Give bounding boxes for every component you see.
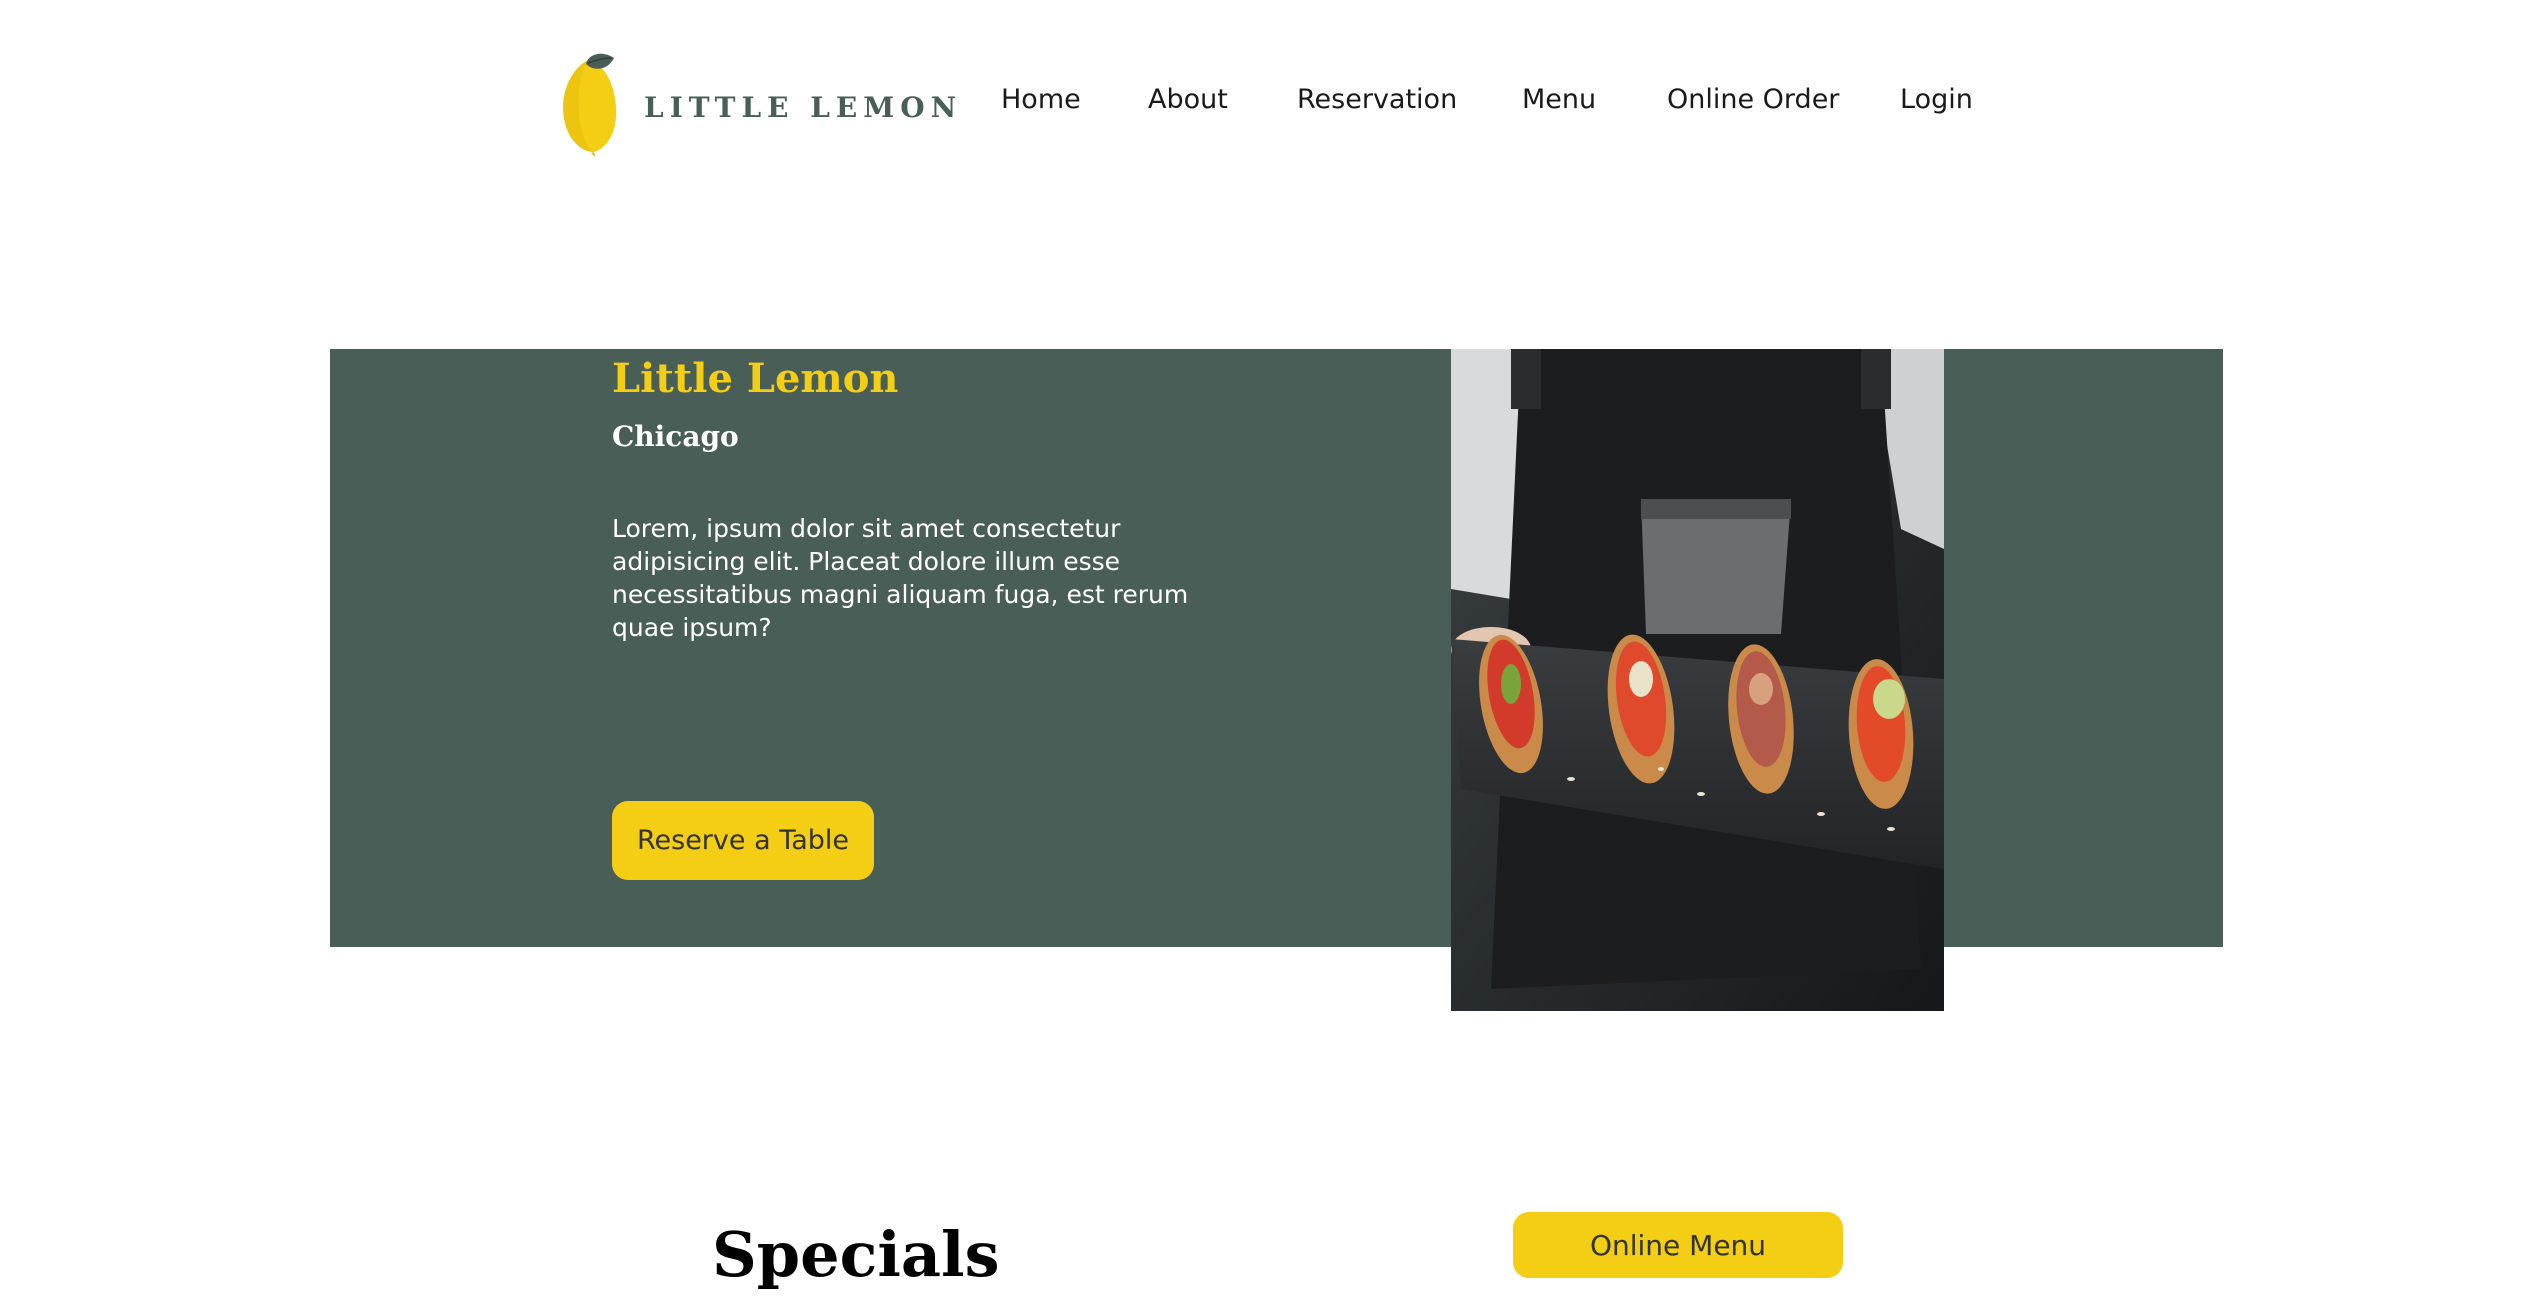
nav-item-reservation[interactable]: Reservation <box>1297 84 1457 115</box>
reserve-table-button[interactable]: Reserve a Table <box>612 801 874 880</box>
nav-item-home[interactable]: Home <box>1001 84 1081 115</box>
site-header: LITTLE LEMON Home About Reservation Menu… <box>0 0 2528 200</box>
specials-title: Specials <box>712 1218 1000 1291</box>
nav-item-login[interactable]: Login <box>1900 84 1973 115</box>
hero-food-image <box>1451 349 1944 1011</box>
logo-text: LITTLE LEMON <box>644 90 963 124</box>
logo[interactable]: LITTLE LEMON <box>558 50 956 158</box>
nav-item-online-order[interactable]: Online Order <box>1667 84 1839 115</box>
nav-item-menu[interactable]: Menu <box>1522 84 1596 115</box>
hero-title: Little Lemon <box>612 355 899 402</box>
nav-item-about[interactable]: About <box>1148 84 1228 115</box>
hero-description: Lorem, ipsum dolor sit amet consectetur … <box>612 514 1189 642</box>
lemon-icon <box>558 52 624 156</box>
online-menu-button[interactable]: Online Menu <box>1513 1212 1843 1278</box>
hero-subtitle: Chicago <box>612 420 739 453</box>
